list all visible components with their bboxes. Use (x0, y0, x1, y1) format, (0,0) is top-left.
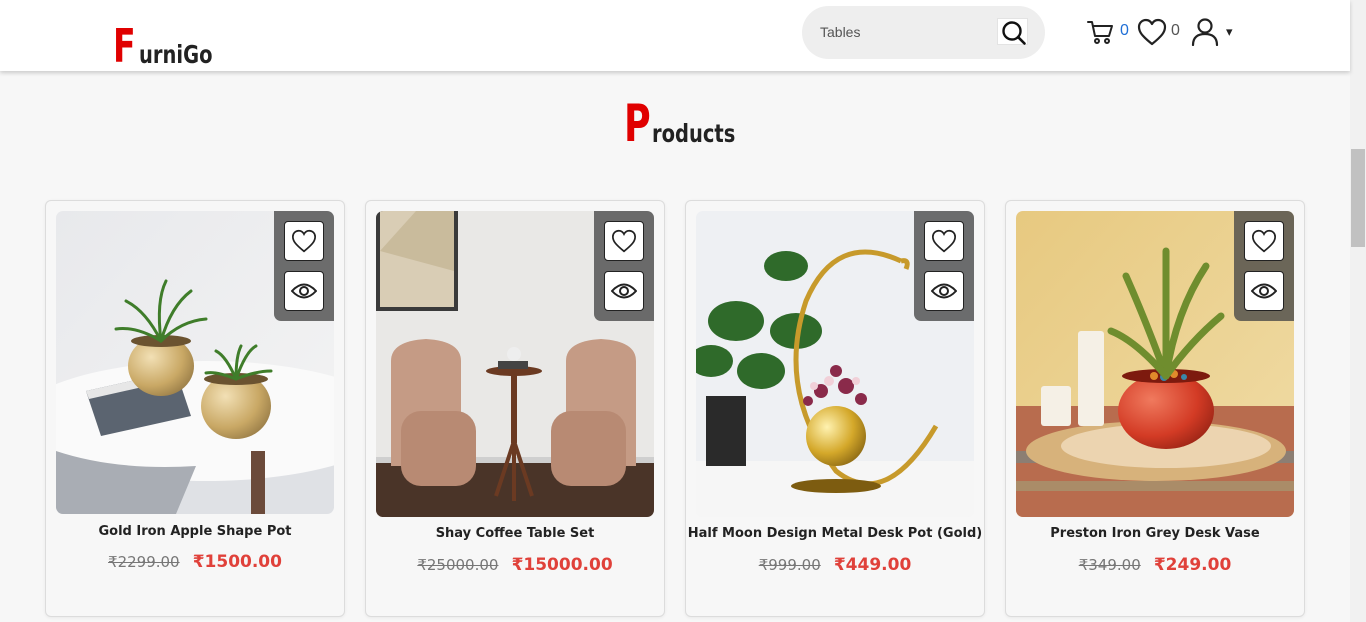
card-actions (594, 211, 654, 321)
product-card[interactable]: Preston Iron Grey Desk Vase ₹349.00 ₹249… (1005, 200, 1305, 617)
page-scrollbar[interactable] (1350, 0, 1366, 622)
card-actions (914, 211, 974, 321)
scrollbar-thumb[interactable] (1351, 149, 1365, 247)
heart-icon (611, 229, 637, 253)
quick-view-button[interactable] (284, 271, 324, 311)
brand-initial: F (113, 19, 136, 73)
section-title-text: roducts (652, 119, 736, 148)
product-card[interactable]: Shay Coffee Table Set ₹25000.00 ₹15000.0… (365, 200, 665, 617)
cart-icon[interactable] (1086, 18, 1114, 46)
eye-icon (1251, 283, 1277, 299)
product-name[interactable]: Shay Coffee Table Set (366, 526, 664, 541)
sale-price: ₹449.00 (833, 555, 912, 575)
original-price: ₹25000.00 (417, 556, 499, 574)
add-to-wishlist-button[interactable] (604, 221, 644, 261)
brand-name: urniGo (139, 40, 213, 69)
card-actions (1234, 211, 1294, 321)
sale-price: ₹15000.00 (511, 555, 613, 575)
search-input[interactable] (820, 20, 990, 44)
search-icon (1002, 21, 1026, 45)
brand-logo[interactable]: F urniGo (113, 18, 233, 73)
user-menu-caret-icon[interactable]: ▾ (1226, 24, 1233, 40)
product-card[interactable]: Half Moon Design Metal Desk Pot (Gold) ₹… (685, 200, 985, 617)
quick-view-button[interactable] (924, 271, 964, 311)
eye-icon (931, 283, 957, 299)
site-header: F urniGo 0 0 ▾ (0, 0, 1350, 71)
cart-count: 0 (1120, 22, 1129, 39)
heart-icon (931, 229, 957, 253)
original-price: ₹349.00 (1078, 556, 1141, 574)
product-prices: ₹2299.00 ₹1500.00 (46, 552, 344, 572)
add-to-wishlist-button[interactable] (924, 221, 964, 261)
original-price: ₹2299.00 (108, 553, 180, 571)
product-card[interactable]: Gold Iron Apple Shape Pot ₹2299.00 ₹1500… (45, 200, 345, 617)
original-price: ₹999.00 (758, 556, 821, 574)
product-prices: ₹25000.00 ₹15000.00 (366, 555, 664, 575)
sale-price: ₹1500.00 (192, 552, 282, 572)
wishlist-count: 0 (1171, 22, 1180, 39)
product-name[interactable]: Gold Iron Apple Shape Pot (46, 524, 344, 539)
heart-icon (1251, 229, 1277, 253)
search-button[interactable] (997, 18, 1028, 45)
product-prices: ₹349.00 ₹249.00 (1006, 555, 1304, 575)
product-name[interactable]: Half Moon Design Metal Desk Pot (Gold) (686, 526, 984, 541)
user-icon[interactable] (1191, 17, 1219, 46)
product-prices: ₹999.00 ₹449.00 (686, 555, 984, 575)
heart-icon (291, 229, 317, 253)
eye-icon (291, 283, 317, 299)
wishlist-heart-icon[interactable] (1137, 18, 1167, 46)
section-title: P roducts (624, 94, 759, 154)
add-to-wishlist-button[interactable] (1244, 221, 1284, 261)
add-to-wishlist-button[interactable] (284, 221, 324, 261)
quick-view-button[interactable] (604, 271, 644, 311)
eye-icon (611, 283, 637, 299)
quick-view-button[interactable] (1244, 271, 1284, 311)
section-title-initial: P (624, 94, 651, 154)
product-name[interactable]: Preston Iron Grey Desk Vase (1006, 526, 1304, 541)
sale-price: ₹249.00 (1153, 555, 1232, 575)
card-actions (274, 211, 334, 321)
